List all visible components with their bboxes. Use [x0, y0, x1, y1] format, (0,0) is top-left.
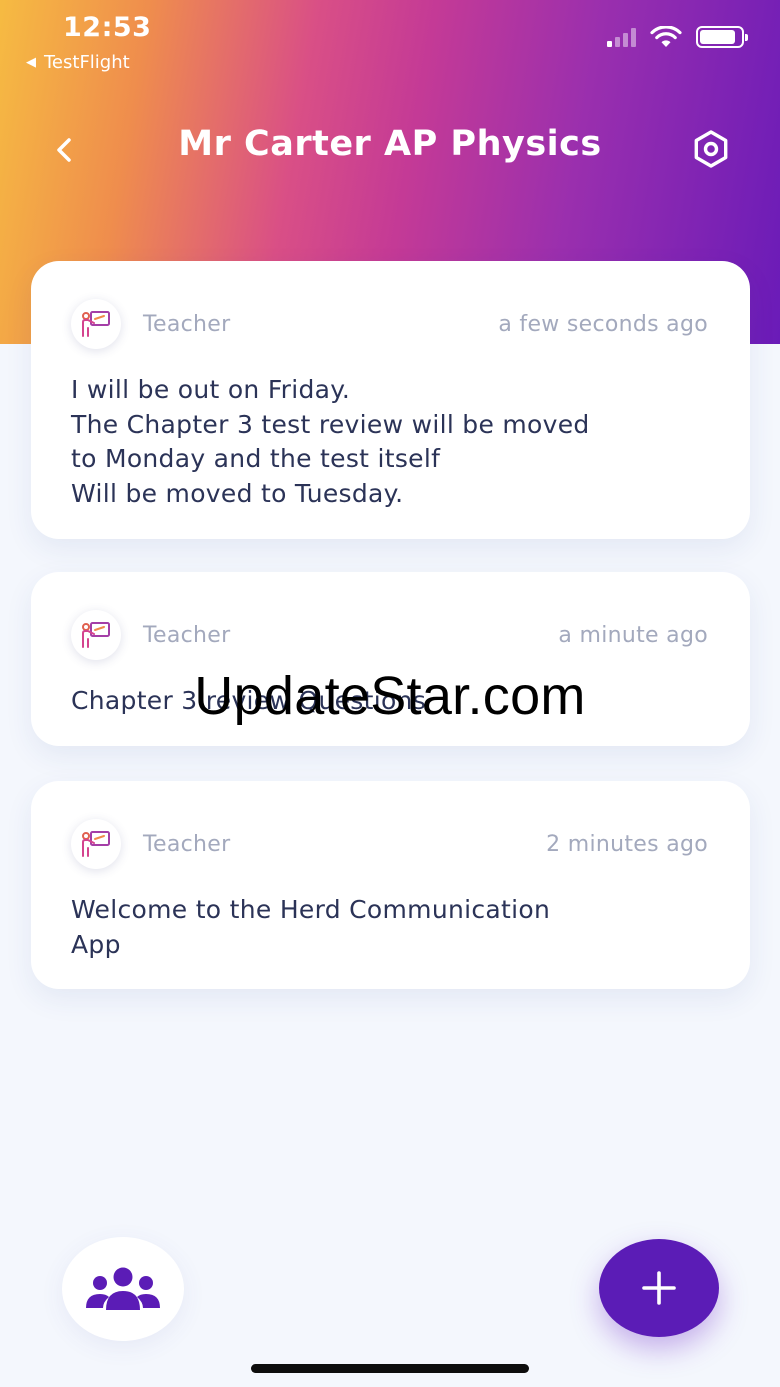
status-time: 12:53: [63, 12, 152, 43]
home-indicator: [251, 1364, 529, 1373]
message-card[interactable]: Teacher a minute ago Chapter 3 review Qu…: [31, 572, 750, 746]
users-group-icon: [86, 1267, 160, 1310]
wifi-icon: [650, 26, 682, 47]
cellular-signal-icon: [607, 27, 636, 47]
message-text: Chapter 3 review Questions: [71, 686, 427, 715]
message-card[interactable]: Teacher 2 minutes ago Welcome to the Her…: [31, 781, 750, 989]
testflight-back-link[interactable]: ◀ TestFlight: [26, 52, 130, 73]
message-author: Teacher: [143, 311, 231, 337]
teacher-board-icon: [82, 622, 110, 648]
settings-hexagon-icon: [694, 130, 728, 168]
page-title: Mr Carter AP Physics: [178, 124, 602, 164]
teacher-board-icon: [82, 831, 110, 857]
back-triangle-icon: ◀: [26, 55, 36, 70]
message-card[interactable]: Teacher a few seconds ago I will be out …: [31, 261, 750, 539]
status-icons: [607, 26, 748, 48]
message-time: a minute ago: [558, 622, 708, 648]
testflight-label: TestFlight: [44, 52, 130, 73]
add-message-button[interactable]: [599, 1239, 719, 1337]
message-time: 2 minutes ago: [546, 831, 708, 857]
teacher-avatar: [71, 819, 121, 869]
plus-icon: [642, 1271, 676, 1305]
message-author: Teacher: [143, 831, 231, 857]
battery-icon: [696, 26, 748, 48]
settings-button[interactable]: [688, 126, 734, 172]
message-text: Welcome to the Herd Communication App: [71, 895, 551, 959]
teacher-avatar: [71, 299, 121, 349]
teacher-board-icon: [82, 311, 110, 337]
message-time: a few seconds ago: [498, 311, 708, 337]
teacher-avatar: [71, 610, 121, 660]
message-text: I will be out on Friday. The Chapter 3 t…: [71, 375, 590, 508]
message-author: Teacher: [143, 622, 231, 648]
group-members-button[interactable]: [62, 1237, 184, 1341]
